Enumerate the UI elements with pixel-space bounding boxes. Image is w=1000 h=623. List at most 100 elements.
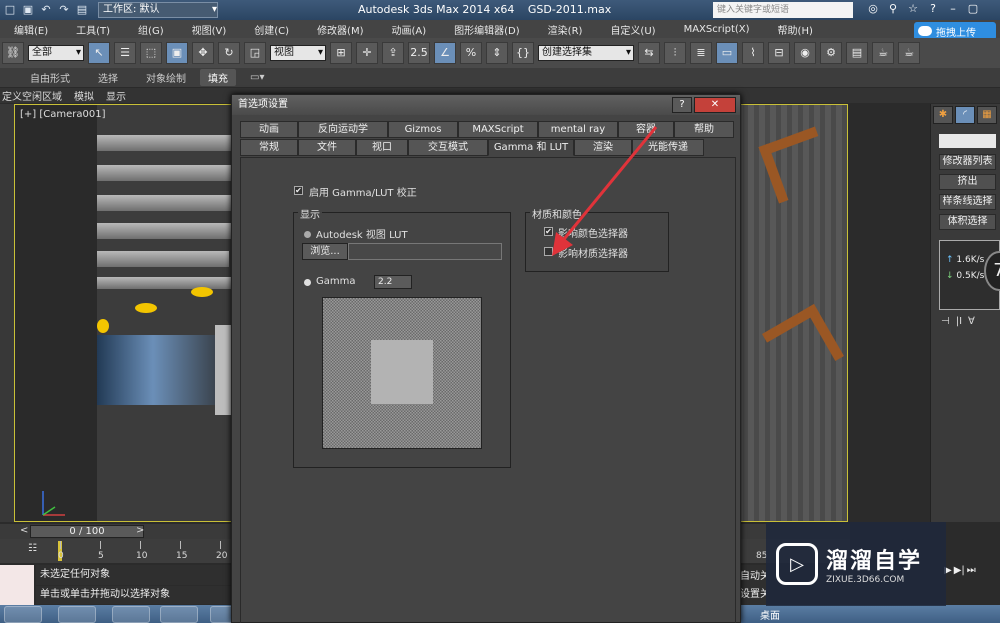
dialog-close-button[interactable]: ✕ (694, 97, 736, 113)
ribbon-tab-object-paint[interactable]: 对象绘制 (132, 70, 200, 85)
tab-interaction-mode[interactable]: 交互模式 (408, 139, 488, 156)
gamma-radio[interactable] (304, 279, 311, 286)
make-unique-icon[interactable]: ∀ (968, 316, 975, 327)
rendered-frame-icon[interactable]: ▤ (846, 42, 868, 64)
material-editor-icon[interactable]: ◉ (794, 42, 816, 64)
viewport-label[interactable]: [+] [Camera001] (20, 109, 106, 120)
menu-customize[interactable]: 自定义(U) (596, 22, 669, 37)
taskbar-3dsmax-icon[interactable] (112, 606, 150, 623)
rotate-icon[interactable]: ↻ (218, 42, 240, 64)
mirror-icon[interactable]: ⇆ (638, 42, 660, 64)
light-gizmo[interactable] (191, 287, 213, 297)
ribbon-options-icon[interactable]: ▭▾ (236, 72, 278, 83)
tab-gizmos[interactable]: Gizmos (388, 121, 458, 138)
window-crossing-icon[interactable]: ▣ (166, 42, 188, 64)
tab-radiosity[interactable]: 光能传递 (632, 139, 704, 156)
menu-edit[interactable]: 编辑(E) (0, 22, 62, 37)
affect-color-checkbox[interactable]: ✔ (544, 227, 553, 236)
modify-tab-icon[interactable]: ◜ (955, 106, 975, 124)
menu-create[interactable]: 创建(C) (240, 22, 303, 37)
reference-coord-select[interactable]: 视图 ▾ (270, 45, 326, 61)
render-iterative-icon[interactable]: ☕ (898, 42, 920, 64)
subbar-define-idle-areas[interactable]: 定义空闲区域 (2, 88, 62, 103)
next-key-icon[interactable]: ▶| (954, 565, 965, 576)
taskbar-app-icon[interactable] (160, 606, 198, 623)
tab-animation[interactable]: 动画 (240, 121, 298, 138)
tab-general[interactable]: 常规 (240, 139, 298, 156)
window-icon[interactable]: ▢ (966, 2, 980, 16)
named-selection-set-select[interactable]: 创建选择集 ▾ (538, 45, 634, 61)
dialog-help-button[interactable]: ? (672, 97, 692, 113)
hierarchy-tab-icon[interactable]: ▦ (977, 106, 997, 124)
save-icon[interactable]: ▣ (22, 4, 34, 16)
select-by-name-icon[interactable]: ☰ (114, 42, 136, 64)
tab-maxscript[interactable]: MAXScript (458, 121, 538, 138)
prev-frame-icon[interactable]: < (20, 525, 28, 536)
subbar-display[interactable]: 显示 (106, 88, 126, 103)
browse-button[interactable]: 浏览... (302, 243, 348, 260)
tab-rendering[interactable]: 渲染 (574, 139, 632, 156)
menu-rendering[interactable]: 渲染(R) (534, 22, 597, 37)
affect-material-checkbox[interactable] (544, 247, 553, 256)
menu-views[interactable]: 视图(V) (178, 22, 241, 37)
render-production-icon[interactable]: ☕ (872, 42, 894, 64)
ribbon-tab-selection[interactable]: 选择 (84, 70, 132, 85)
maxscript-listener-mini[interactable] (0, 565, 34, 605)
snap-toggle-icon[interactable]: 2.5 (408, 42, 430, 64)
object-name-field[interactable] (939, 134, 996, 148)
taskbar-explorer-icon[interactable] (58, 606, 96, 623)
curve-editor-icon[interactable]: ⌇ (742, 42, 764, 64)
schematic-view-icon[interactable]: ⊟ (768, 42, 790, 64)
new-file-icon[interactable]: □ (4, 4, 16, 16)
spinner-snap-icon[interactable]: ⇕ (486, 42, 508, 64)
track-bar-menu-icon[interactable]: ☷ (28, 543, 37, 554)
minimize-icon[interactable]: – (946, 2, 960, 16)
menu-tools[interactable]: 工具(T) (62, 22, 124, 37)
next-frame-icon[interactable]: > (136, 525, 144, 536)
show-end-result-icon[interactable]: |Ⅰ (956, 316, 962, 327)
ribbon-tab-freeform[interactable]: 自由形式 (0, 70, 84, 85)
menu-help[interactable]: 帮助(H) (764, 22, 827, 37)
auto-key-status[interactable]: 自动关 设置关 (738, 565, 766, 605)
enable-gamma-checkbox[interactable]: ✔ (294, 186, 303, 195)
menu-maxscript[interactable]: MAXScript(X) (670, 24, 764, 35)
menu-group[interactable]: 组(G) (124, 22, 178, 37)
search-input[interactable]: 键入关键字或短语 (713, 2, 853, 18)
keyboard-shortcut-icon[interactable]: ⇪ (382, 42, 404, 64)
angle-snap-icon[interactable]: ∠ (434, 42, 456, 64)
redo-icon[interactable]: ↷ (58, 4, 70, 16)
lut-path-field[interactable] (348, 243, 502, 260)
select-object-icon[interactable]: ↖ (88, 42, 110, 64)
light-gizmo[interactable] (135, 303, 157, 313)
percent-snap-icon[interactable]: % (460, 42, 482, 64)
layer-manager-icon[interactable]: ≣ (690, 42, 712, 64)
star-icon[interactable]: ☆ (906, 2, 920, 16)
lut-radio[interactable] (304, 231, 311, 238)
modifier-list-select[interactable]: 修改器列表 (939, 154, 996, 170)
gamma-value-field[interactable]: 2.2 (374, 275, 412, 289)
tab-files[interactable]: 文件 (298, 139, 356, 156)
time-slider[interactable]: 0 / 100 (30, 525, 144, 538)
tab-mental-ray[interactable]: mental ray (538, 121, 618, 138)
project-folder-icon[interactable]: ▤ (76, 4, 88, 16)
workspace-select[interactable]: 工作区: 默认 ▾ (98, 2, 218, 18)
menu-animation[interactable]: 动画(A) (378, 22, 441, 37)
ribbon-tab-populate[interactable]: 填充 (200, 69, 236, 86)
ribbon-toggle-icon[interactable]: ▭ (716, 42, 738, 64)
rect-selection-icon[interactable]: ⬚ (140, 42, 162, 64)
binoculars-icon[interactable]: ◎ (866, 2, 880, 16)
tab-viewports[interactable]: 视口 (356, 139, 408, 156)
scale-icon[interactable]: ◲ (244, 42, 266, 64)
menu-graph-editors[interactable]: 图形编辑器(D) (440, 22, 534, 37)
subbar-simulate[interactable]: 模拟 (74, 88, 94, 103)
pin-stack-icon[interactable]: ⊣ (941, 316, 950, 327)
end-icon[interactable]: ⏭ (967, 565, 976, 576)
render-setup-icon[interactable]: ⚙ (820, 42, 842, 64)
extrude-button[interactable]: 挤出 (939, 174, 996, 190)
help-icon[interactable]: ? (926, 2, 940, 16)
pivot-icon[interactable]: ⊞ (330, 42, 352, 64)
tab-inverse-kinematics[interactable]: 反向运动学 (298, 121, 388, 138)
light-gizmo[interactable] (97, 319, 109, 333)
volume-select-button[interactable]: 体积选择 (939, 214, 996, 230)
community-icon[interactable]: ⚲ (886, 2, 900, 16)
